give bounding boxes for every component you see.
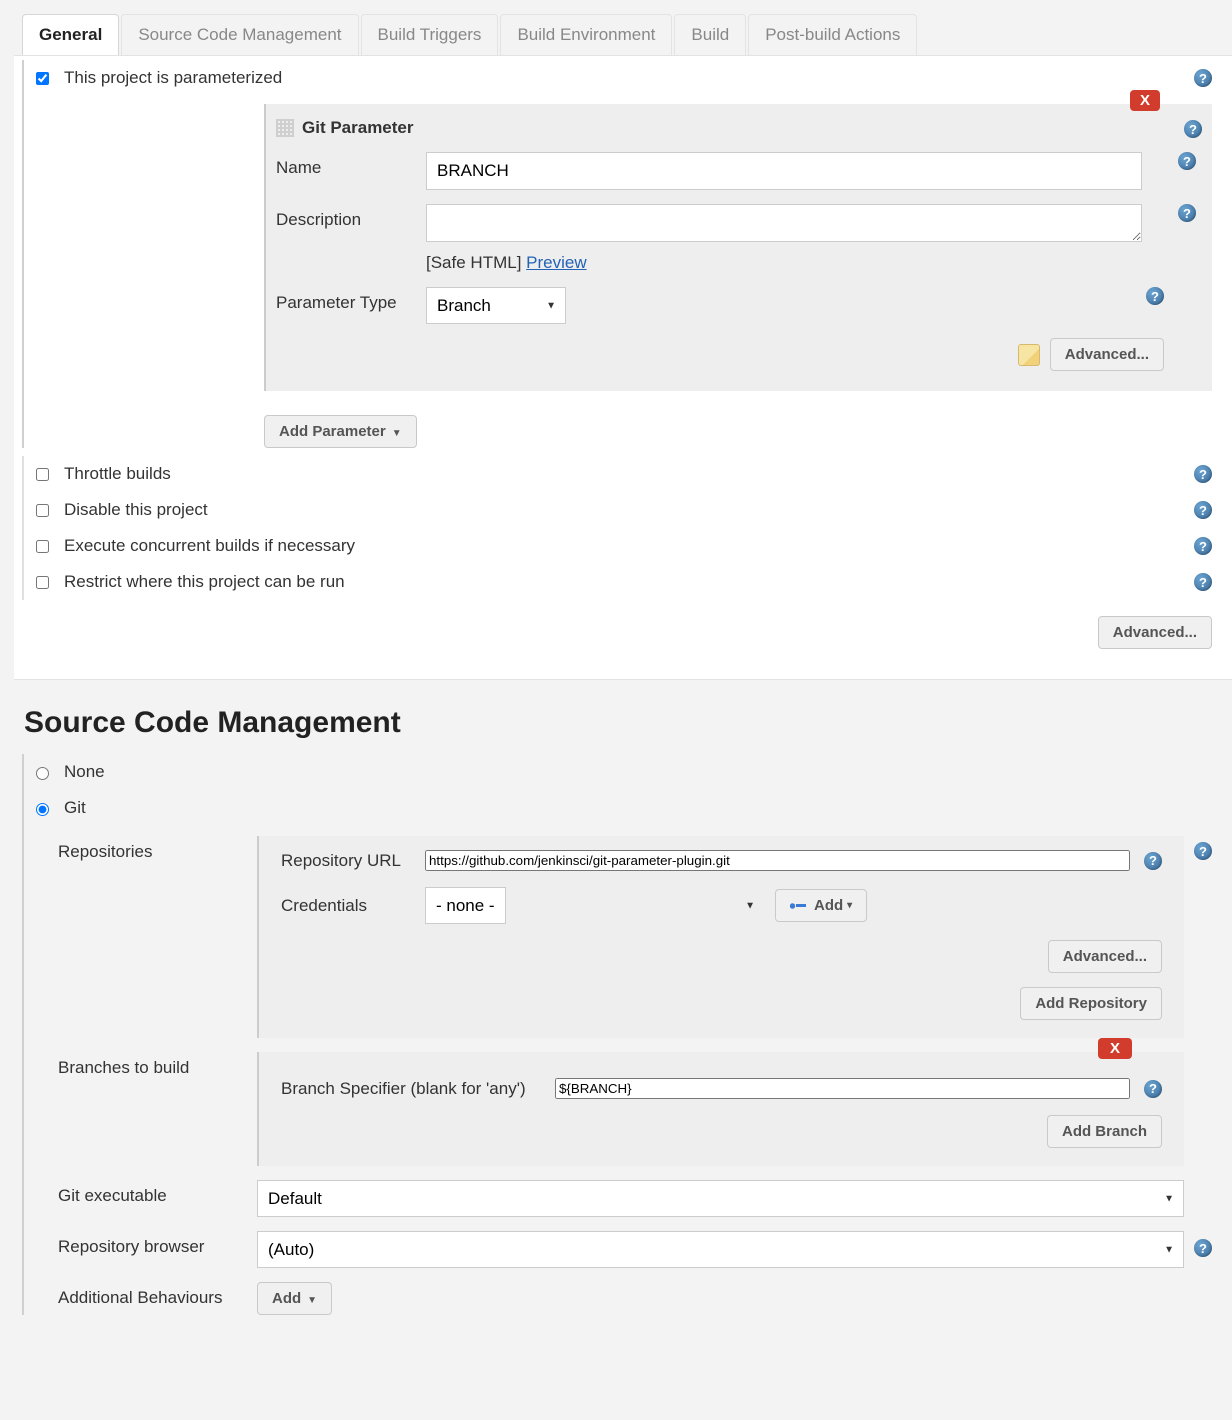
parameter-advanced-button[interactable]: Advanced... <box>1050 338 1164 371</box>
branches-label: Branches to build <box>58 1052 253 1166</box>
help-icon[interactable] <box>1194 69 1212 87</box>
disable-label: Disable this project <box>64 500 208 520</box>
remove-branch-button[interactable]: X <box>1098 1038 1132 1059</box>
repo-browser-label: Repository browser <box>58 1231 253 1268</box>
param-name-label: Name <box>276 152 422 178</box>
concurrent-checkbox[interactable] <box>36 540 49 553</box>
notes-icon <box>1018 344 1040 366</box>
scm-heading: Source Code Management <box>14 679 1232 754</box>
help-icon[interactable] <box>1178 152 1196 170</box>
restrict-checkbox[interactable] <box>36 576 49 589</box>
git-exec-label: Git executable <box>58 1180 253 1217</box>
tab-scm[interactable]: Source Code Management <box>121 14 358 55</box>
preview-link[interactable]: Preview <box>526 253 586 272</box>
add-behaviour-button[interactable]: Add▼ <box>257 1282 332 1315</box>
branch-spec-input[interactable] <box>555 1078 1130 1099</box>
help-icon[interactable] <box>1194 501 1212 519</box>
branches-box: X Branch Specifier (blank for 'any') Add… <box>257 1052 1184 1166</box>
throttle-label: Throttle builds <box>64 464 171 484</box>
behaviours-label: Additional Behaviours <box>58 1282 253 1315</box>
add-repository-button[interactable]: Add Repository <box>1020 987 1162 1020</box>
add-branch-button[interactable]: Add Branch <box>1047 1115 1162 1148</box>
param-desc-label: Description <box>276 204 422 230</box>
tab-general[interactable]: General <box>22 14 119 55</box>
repo-advanced-button[interactable]: Advanced... <box>1048 940 1162 973</box>
throttle-checkbox[interactable] <box>36 468 49 481</box>
add-credentials-button[interactable]: Add ▾ <box>775 889 867 922</box>
git-parameter-box: X Git Parameter Name Descrip <box>264 104 1212 391</box>
repository-box: Repository URL Credentials - none - <box>257 836 1184 1038</box>
add-parameter-button[interactable]: Add Parameter▼ <box>264 415 417 448</box>
credentials-label: Credentials <box>281 896 421 916</box>
general-advanced-button[interactable]: Advanced... <box>1098 616 1212 649</box>
param-type-label: Parameter Type <box>276 287 422 313</box>
help-icon[interactable] <box>1146 287 1164 305</box>
help-icon[interactable] <box>1194 573 1212 591</box>
help-icon[interactable] <box>1144 852 1162 870</box>
repositories-label: Repositories <box>58 836 253 1038</box>
help-icon[interactable] <box>1194 537 1212 555</box>
parameterized-checkbox[interactable] <box>36 72 49 85</box>
scm-none-radio[interactable] <box>36 767 49 780</box>
concurrent-label: Execute concurrent builds if necessary <box>64 536 355 556</box>
tab-build-triggers[interactable]: Build Triggers <box>361 14 499 55</box>
drag-handle-icon[interactable] <box>276 119 294 137</box>
param-type-select[interactable]: Branch <box>426 287 566 324</box>
help-icon[interactable] <box>1178 204 1196 222</box>
repo-url-input[interactable] <box>425 850 1130 871</box>
parameter-title: Git Parameter <box>302 118 414 138</box>
help-icon[interactable] <box>1184 120 1202 138</box>
scm-git-label: Git <box>64 798 86 818</box>
param-name-input[interactable] <box>426 152 1142 190</box>
param-desc-input[interactable] <box>426 204 1142 242</box>
restrict-label: Restrict where this project can be run <box>64 572 345 592</box>
tab-build[interactable]: Build <box>674 14 746 55</box>
scm-git-radio[interactable] <box>36 803 49 816</box>
repo-browser-select[interactable]: (Auto) <box>257 1231 1184 1268</box>
safe-html-label: [Safe HTML] <box>426 253 521 272</box>
scm-none-label: None <box>64 762 105 782</box>
help-icon[interactable] <box>1194 842 1212 860</box>
key-icon <box>790 901 808 911</box>
help-icon[interactable] <box>1194 1239 1212 1257</box>
git-exec-select[interactable]: Default <box>257 1180 1184 1217</box>
remove-parameter-button[interactable]: X <box>1130 90 1160 111</box>
branch-spec-label: Branch Specifier (blank for 'any') <box>281 1079 551 1099</box>
credentials-select[interactable]: - none - <box>425 887 506 924</box>
tab-post-build[interactable]: Post-build Actions <box>748 14 917 55</box>
config-tabs: General Source Code Management Build Tri… <box>14 0 1232 55</box>
disable-checkbox[interactable] <box>36 504 49 517</box>
repo-url-label: Repository URL <box>281 851 421 871</box>
tab-build-environment[interactable]: Build Environment <box>500 14 672 55</box>
help-icon[interactable] <box>1144 1080 1162 1098</box>
parameterized-label: This project is parameterized <box>64 68 282 88</box>
help-icon[interactable] <box>1194 465 1212 483</box>
